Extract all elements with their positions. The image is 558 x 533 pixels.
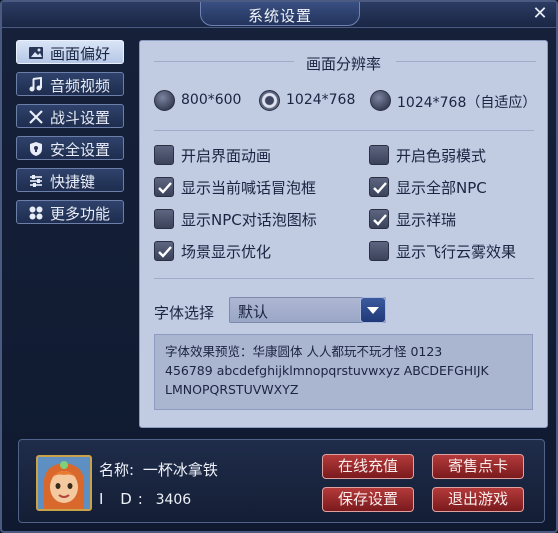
checkbox bbox=[154, 209, 174, 229]
player-name-value: 一杯冰拿铁 bbox=[142, 461, 218, 479]
sidebar-item-label: 安全设置 bbox=[50, 141, 111, 159]
font-select[interactable]: 默认 bbox=[229, 297, 386, 323]
divider bbox=[154, 130, 534, 131]
radio-dot bbox=[154, 90, 175, 111]
checkbox-label: 显示NPC对话泡图标 bbox=[181, 211, 317, 229]
title-plate: 系统设置 bbox=[200, 2, 360, 26]
font-preview-line: 456789 abcdefghijklmnopqrstuvwxyz ABCDEF… bbox=[165, 363, 489, 378]
settings-panel: 画面分辨率 800*600 1024*768 1024*768（自适应） 开启界… bbox=[139, 40, 548, 428]
checkbox bbox=[369, 177, 389, 197]
window-title: 系统设置 bbox=[247, 7, 312, 25]
checkbox-label: 显示祥瑞 bbox=[396, 211, 457, 229]
check-icon bbox=[373, 182, 387, 194]
checkbox-label: 显示当前喊话冒泡框 bbox=[181, 179, 317, 197]
checkbox bbox=[154, 145, 174, 165]
sidebar: 画面偏好 音频视频 战斗设置 安全设置 快捷键 更多功能 bbox=[16, 40, 126, 232]
check-icon bbox=[373, 214, 387, 226]
sidebar-item-combat[interactable]: 战斗设置 bbox=[16, 104, 124, 128]
checkbox-label: 场景显示优化 bbox=[181, 243, 272, 261]
player-name: 名称: 一杯冰拿铁 bbox=[99, 459, 218, 480]
player-id: I D: 3406 bbox=[99, 490, 191, 508]
checkbox-label: 显示全部NPC bbox=[396, 179, 487, 197]
sidebar-item-label: 音频视频 bbox=[50, 77, 111, 95]
player-id-label: I D: bbox=[99, 490, 149, 508]
player-bar: 名称: 一杯冰拿铁 I D: 3406 在线充值 寄售点卡 保存设置 退出游戏 bbox=[18, 439, 545, 523]
player-name-label: 名称: bbox=[99, 461, 135, 479]
sidebar-item-label: 更多功能 bbox=[50, 205, 111, 223]
close-button[interactable]: ✕ bbox=[528, 3, 552, 25]
checkbox bbox=[369, 209, 389, 229]
grid-icon bbox=[29, 206, 43, 220]
sidebar-item-label: 画面偏好 bbox=[50, 45, 111, 63]
checkbox-label: 显示飞行云雾效果 bbox=[396, 243, 517, 261]
checkbox bbox=[369, 145, 389, 165]
checkbox bbox=[154, 241, 174, 261]
radio-dot bbox=[370, 90, 391, 111]
font-select-value: 默认 bbox=[238, 303, 269, 321]
radio-dot bbox=[259, 90, 280, 111]
resolution-heading: 画面分辨率 bbox=[305, 55, 381, 73]
font-preview-line: LMNOPQRSTUVWXYZ bbox=[165, 382, 299, 397]
font-select-label: 字体选择 bbox=[154, 304, 215, 322]
save-settings-button[interactable]: 保存设置 bbox=[322, 487, 414, 512]
avatar bbox=[36, 455, 92, 511]
settings-window: 系统设置 ✕ 画面偏好 音频视频 战斗设置 安全设置 快捷键 更多功能 画面分辨… bbox=[0, 0, 558, 533]
exit-game-button[interactable]: 退出游戏 bbox=[432, 487, 524, 512]
checkbox bbox=[154, 177, 174, 197]
radio-label: 1024*768 bbox=[286, 92, 356, 108]
player-id-value: 3406 bbox=[155, 492, 192, 508]
sidebar-item-audio-video[interactable]: 音频视频 bbox=[16, 72, 124, 96]
check-icon bbox=[158, 182, 172, 194]
consign-card-button[interactable]: 寄售点卡 bbox=[432, 454, 524, 479]
check-icon bbox=[158, 246, 172, 258]
sliders-icon bbox=[30, 175, 42, 187]
image-icon bbox=[29, 47, 43, 59]
chevron-down-icon bbox=[367, 307, 379, 314]
music-icon bbox=[29, 76, 42, 92]
checkbox bbox=[369, 241, 389, 261]
sidebar-item-label: 快捷键 bbox=[50, 173, 96, 191]
radio-label: 1024*768（自适应） bbox=[397, 95, 537, 111]
font-preview-line: 字体效果预览：华康圆体 人人都玩不玩才怪 0123 bbox=[165, 344, 443, 359]
recharge-button[interactable]: 在线充值 bbox=[322, 454, 414, 479]
sidebar-item-label: 战斗设置 bbox=[50, 109, 111, 127]
shield-icon bbox=[30, 142, 42, 156]
radio-label: 800*600 bbox=[181, 92, 242, 108]
sidebar-item-more[interactable]: 更多功能 bbox=[16, 200, 124, 224]
divider bbox=[154, 278, 534, 279]
checkbox-label: 开启界面动画 bbox=[181, 147, 272, 165]
dropdown-button[interactable] bbox=[360, 297, 386, 323]
sidebar-item-display[interactable]: 画面偏好 bbox=[16, 40, 124, 64]
checkbox-label: 开启色弱模式 bbox=[396, 147, 487, 165]
sidebar-item-security[interactable]: 安全设置 bbox=[16, 136, 124, 160]
title-bar: 系统设置 ✕ bbox=[2, 2, 556, 28]
sidebar-item-hotkeys[interactable]: 快捷键 bbox=[16, 168, 124, 192]
character-portrait bbox=[38, 457, 90, 509]
font-preview: 字体效果预览：华康圆体 人人都玩不玩才怪 0123 456789 abcdefg… bbox=[154, 334, 533, 410]
swords-icon bbox=[29, 110, 43, 124]
